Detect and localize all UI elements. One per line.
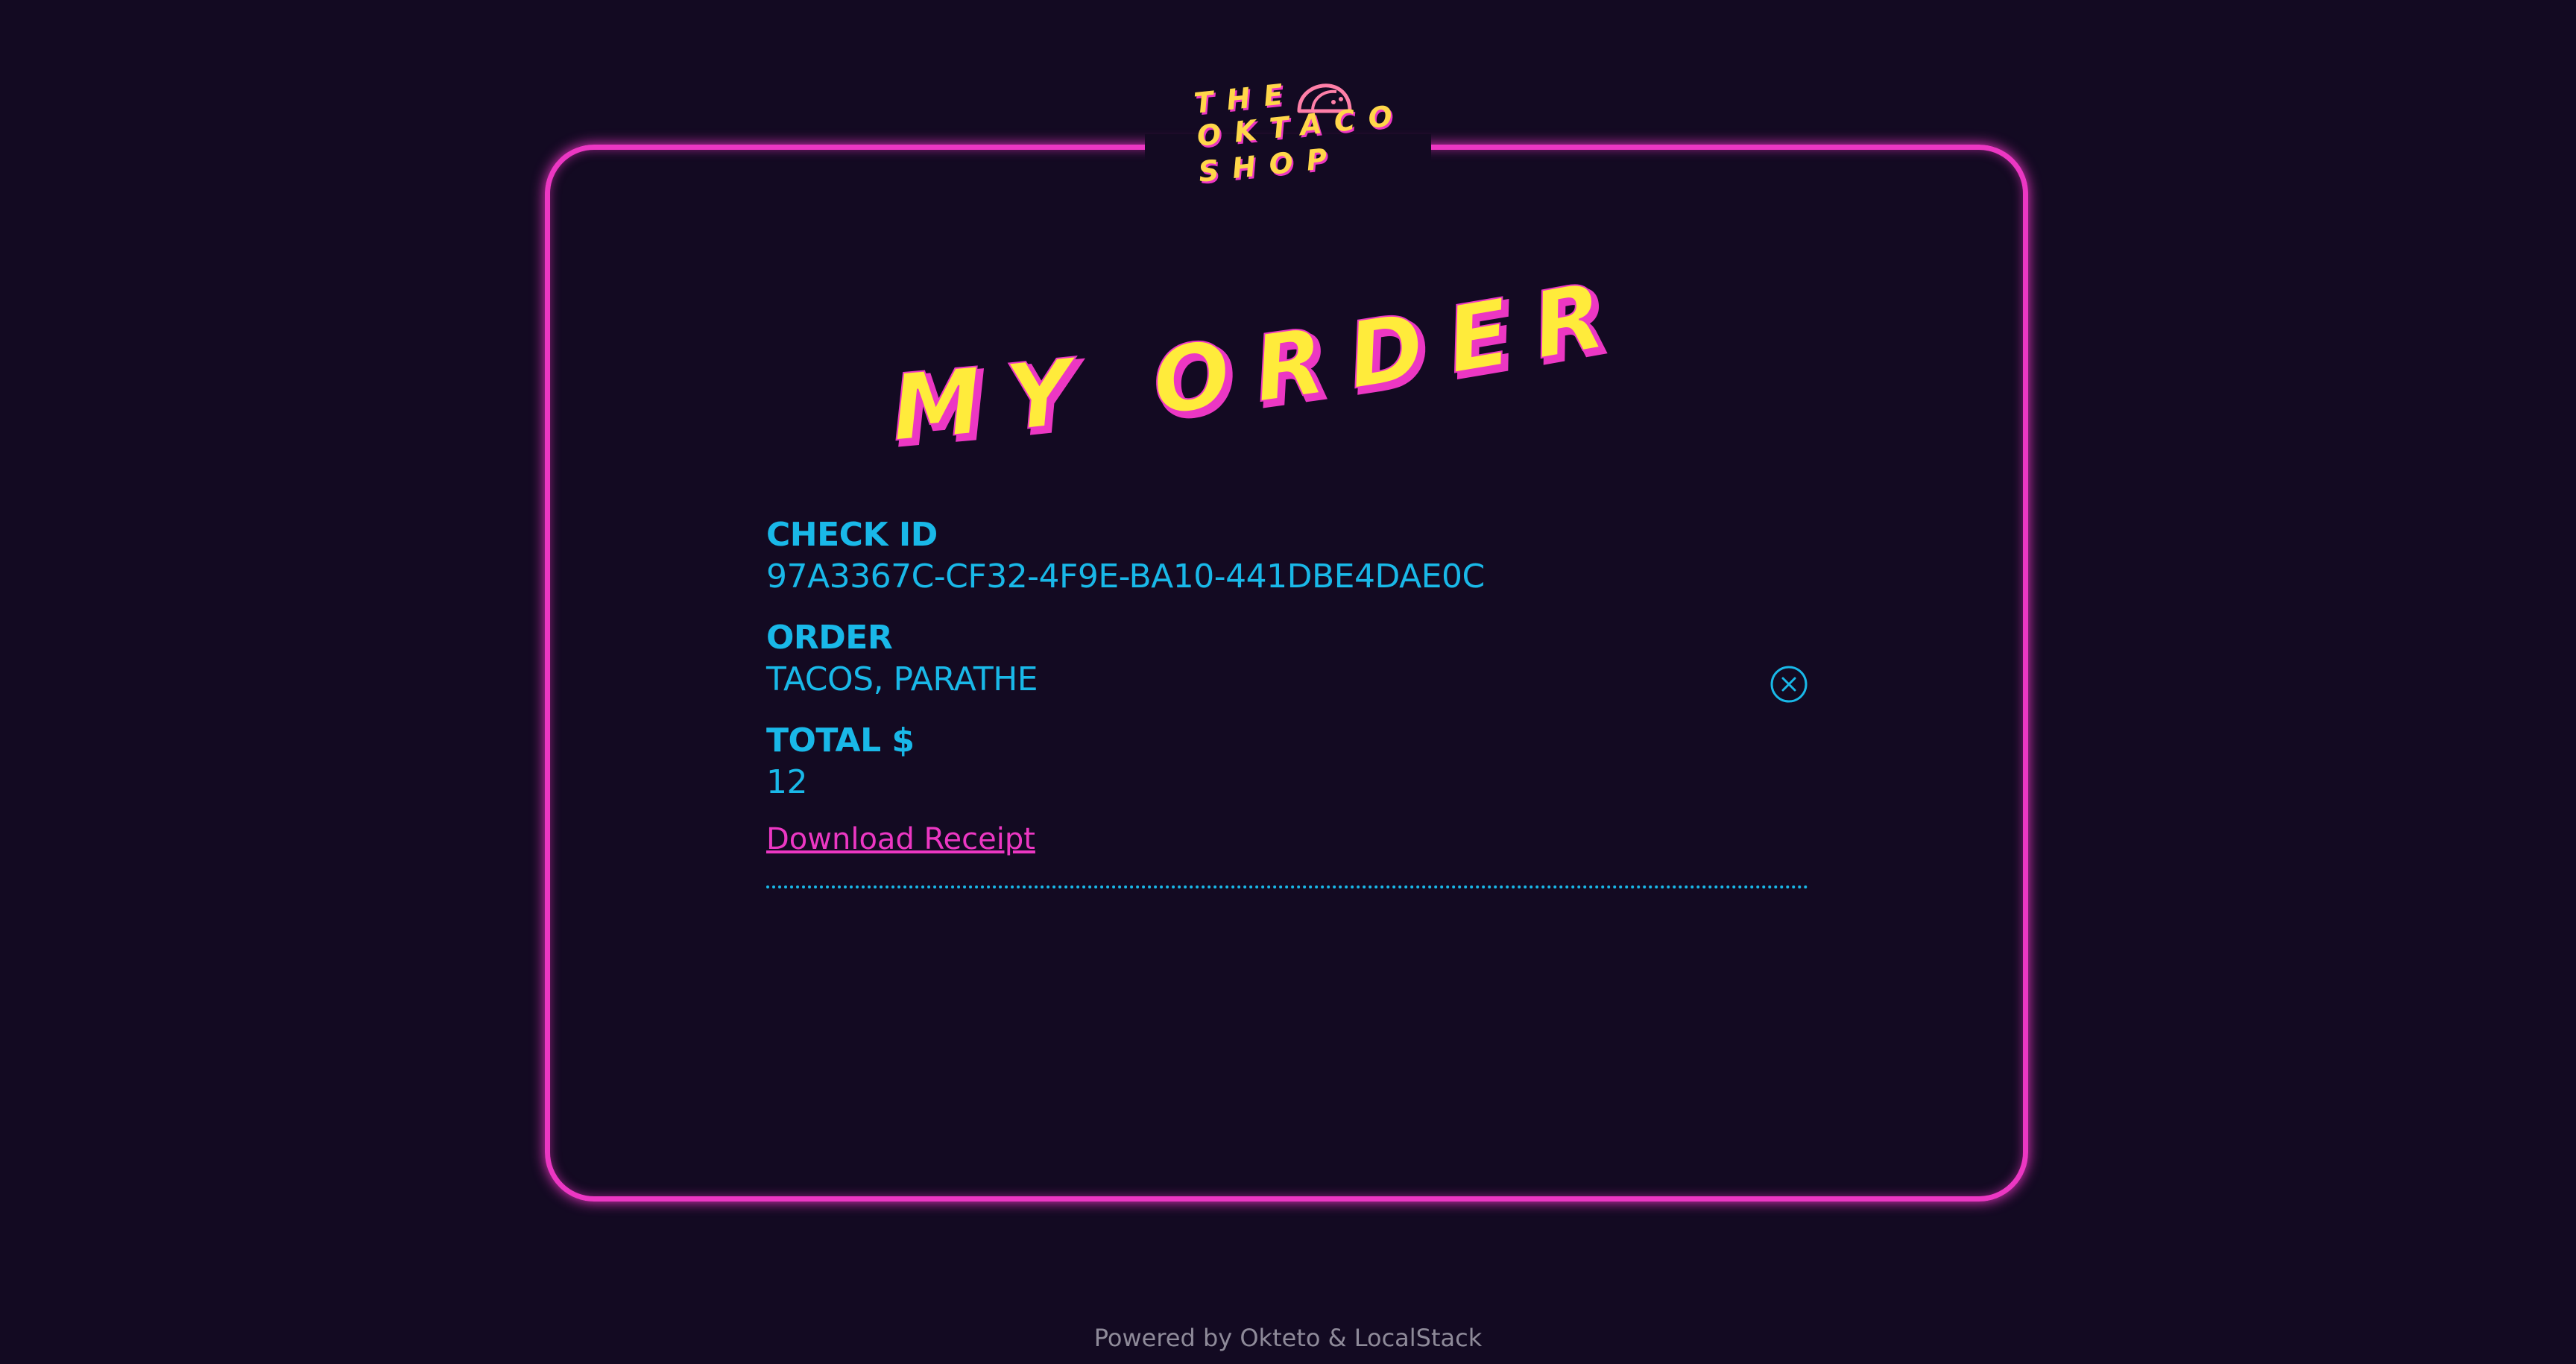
shop-logo[interactable]: THE OKTACO SHOP (1185, 77, 1407, 205)
footer-credit: Powered by Okteto & LocalStack (1093, 1324, 1483, 1352)
download-receipt-link[interactable]: Download Receipt (766, 820, 1035, 859)
order-label: ORDER (766, 619, 893, 657)
order-divider (766, 885, 1808, 888)
check-id-label: CHECK ID (766, 516, 938, 554)
page-title: MY ORDERS MY ORDERS (841, 206, 1692, 477)
check-id-value: 97A3367C-CF32-4F9E-BA10-441DBE4DAE0C (766, 558, 1485, 596)
total-label: TOTAL $ (766, 722, 915, 760)
order-entry: CHECK ID 97A3367C-CF32-4F9E-BA10-441DBE4… (766, 514, 1808, 888)
total-value: 12 (766, 763, 808, 801)
order-value: TACOS, PARATHE (766, 660, 1038, 698)
close-circle-icon[interactable] (1770, 665, 1808, 704)
